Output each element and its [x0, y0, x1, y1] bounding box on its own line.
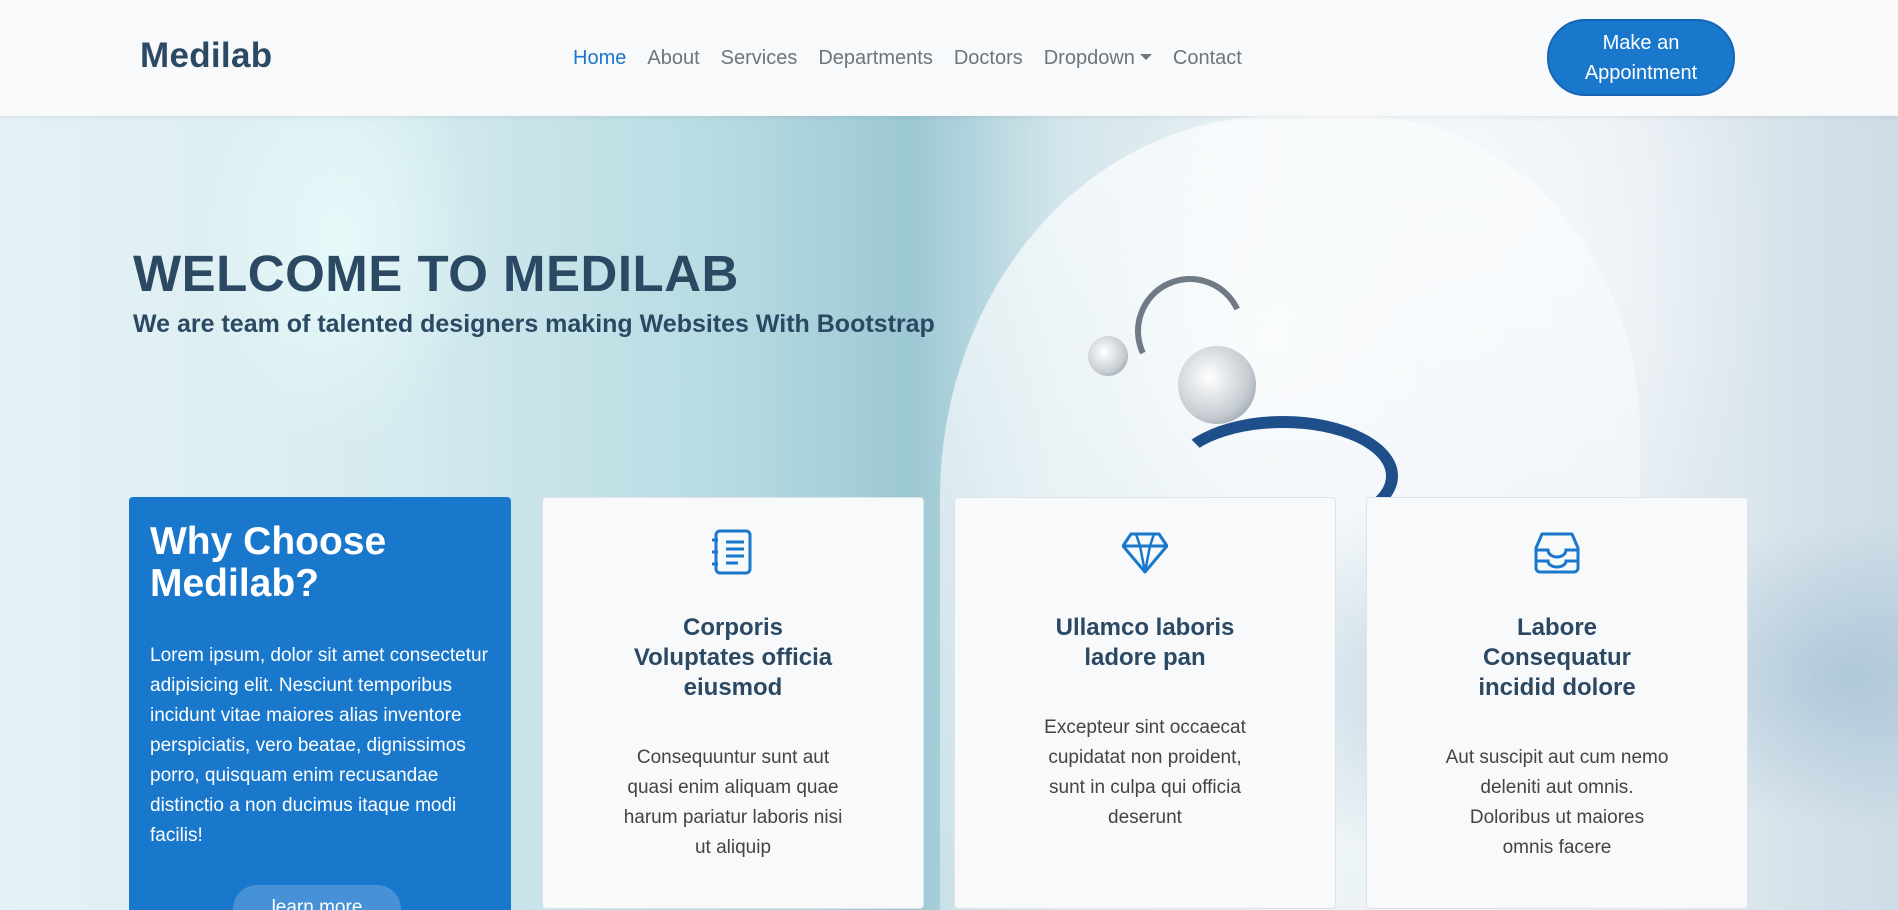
- inbox-tray-icon: [1534, 532, 1580, 574]
- cta-label: Make an Appointment: [1585, 28, 1697, 88]
- cta-line-1: Make an: [1602, 31, 1680, 54]
- cta-line-2: Appointment: [1584, 61, 1698, 84]
- hero-subtitle: We are team of talented designers making…: [133, 310, 935, 338]
- why-title-line-1: Why Choose: [150, 520, 387, 563]
- card-text: Excepteur sint occaecat cupidatat non pr…: [1044, 717, 1246, 828]
- caret-down-icon: [1139, 53, 1152, 60]
- nav-departments[interactable]: Departments: [818, 47, 933, 70]
- nav-services[interactable]: Services: [721, 47, 798, 70]
- card-text: Consequuntur sunt aut quasi enim aliquam…: [623, 747, 843, 858]
- nav-about[interactable]: About: [647, 47, 699, 70]
- nav-home[interactable]: Home: [573, 47, 626, 70]
- nav-contact[interactable]: Contact: [1173, 47, 1242, 70]
- card-title: Corporis Voluptates officia eiusmod: [633, 614, 833, 701]
- logo[interactable]: Medilab: [140, 36, 272, 76]
- card-title: Labore Consequatur incidid dolore: [1478, 614, 1636, 701]
- learn-more-button[interactable]: learn more: [233, 885, 401, 910]
- main-nav: Home About Services Departments Doctors …: [573, 47, 1263, 70]
- nav-dropdown[interactable]: Dropdown: [1044, 47, 1152, 70]
- hero-title: WELCOME TO MEDILAB: [133, 245, 739, 302]
- notebook-list-icon: [712, 529, 752, 575]
- icon-box: Labore Consequatur incidid dolore Aut su…: [1366, 497, 1748, 909]
- card-text: Aut suscipit aut cum nemo deleniti aut o…: [1445, 747, 1669, 858]
- why-title-line-2: Medilab?: [150, 562, 320, 605]
- stethoscope-earpiece-image: [1088, 336, 1128, 376]
- card-title: Ullamco laboris ladore pan: [1055, 614, 1235, 671]
- site-header: Medilab Home About Services Departments …: [0, 0, 1898, 116]
- why-text: Lorem ipsum, dolor sit amet consectetur …: [150, 645, 488, 846]
- why-title: Why Choose Medilab?: [150, 521, 491, 605]
- stethoscope-chestpiece-image: [1178, 346, 1256, 424]
- make-appointment-button[interactable]: Make an Appointment: [1547, 19, 1735, 96]
- icon-box: Corporis Voluptates officia eiusmod Cons…: [542, 497, 924, 909]
- why-choose-box: Why Choose Medilab? Lorem ipsum, dolor si…: [129, 497, 511, 910]
- nav-doctors[interactable]: Doctors: [954, 47, 1023, 70]
- nav-dropdown-label: Dropdown: [1043, 47, 1135, 69]
- icon-box: Ullamco laboris ladore pan Excepteur sin…: [954, 497, 1336, 909]
- gem-icon: [1122, 532, 1168, 574]
